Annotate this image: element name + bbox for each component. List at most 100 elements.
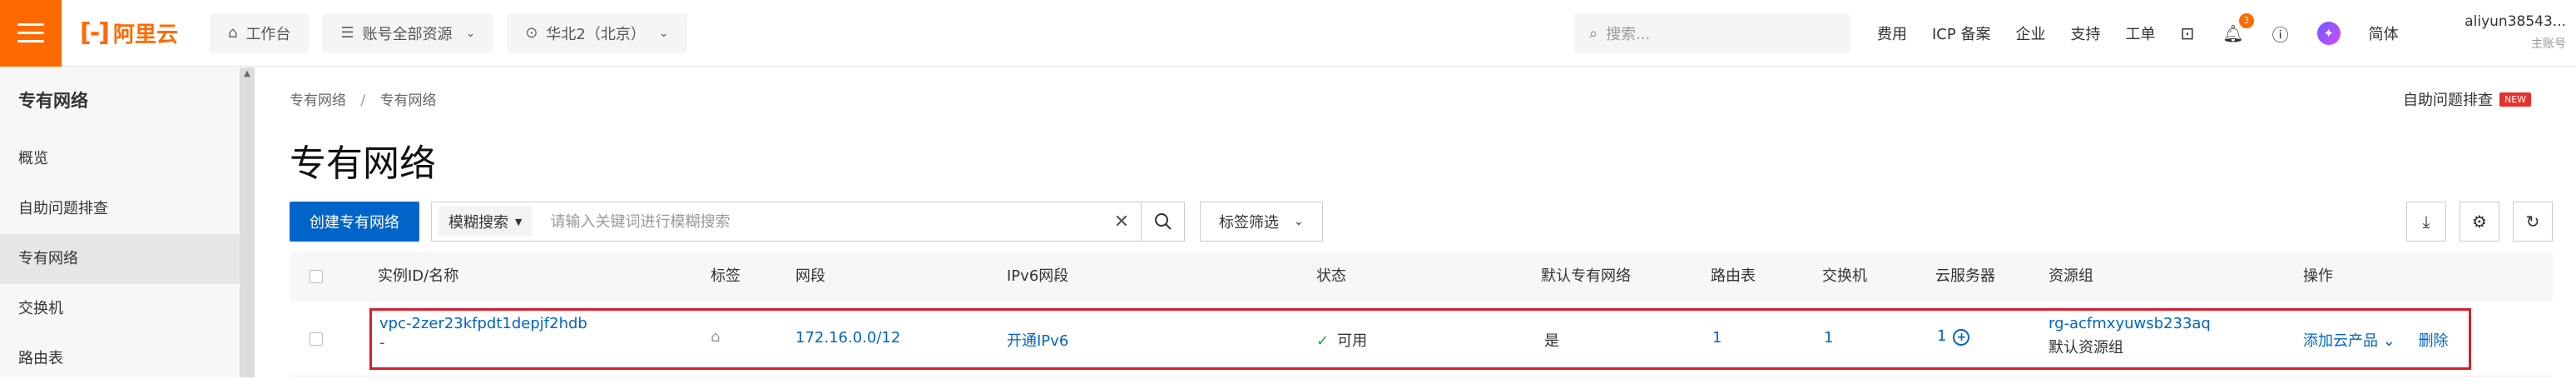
scroll-up-icon[interactable]: ▲ [240, 67, 255, 78]
clear-icon[interactable]: ✕ [1102, 212, 1141, 232]
support-link[interactable]: 支持 [2070, 22, 2100, 44]
location-icon: ⊙ [525, 24, 538, 42]
search-group: 模糊搜索 ▼ ✕ [431, 202, 1185, 242]
col-status: 状态 [1316, 267, 1346, 285]
row-checkbox[interactable] [310, 332, 323, 346]
download-icon[interactable]: ⤓ [2406, 202, 2446, 242]
sidebar-title: 专有网络 [18, 91, 88, 111]
col-ipv6: IPv6网段 [1007, 267, 1069, 285]
vswitch-count-link[interactable]: 1 [1824, 329, 1833, 347]
home-icon: ⌂ [228, 24, 238, 42]
add-cloud-product-dropdown[interactable]: 添加云产品 ⌄ [2303, 332, 2395, 350]
col-vswitch: 交换机 [1822, 267, 1867, 285]
tag-icon[interactable]: ⌂ [711, 328, 720, 346]
chevron-down-icon: ⌄ [658, 26, 669, 40]
route-table-count-link[interactable]: 1 [1712, 329, 1721, 347]
enable-ipv6-link[interactable]: 开通IPv6 [1007, 329, 1068, 351]
breadcrumb-root[interactable]: 专有网络 [290, 92, 346, 109]
account-name: aliyun38543... [2465, 13, 2566, 30]
toolbar: 创建专有网络 模糊搜索 ▼ ✕ 标签筛选 ⌄ [290, 202, 1323, 242]
resource-scope-dropdown[interactable]: ☰ 账号全部资源 ⌄ [322, 12, 494, 53]
create-vpc-button[interactable]: 创建专有网络 [290, 202, 419, 242]
sidebar-item-vpc[interactable]: 专有网络 [0, 234, 240, 284]
col-tags: 标签 [711, 267, 741, 285]
top-navigation-bar: [-] 阿里云 ⌂ 工作台 ☰ 账号全部资源 ⌄ ⊙ 华北2（北京） ⌄ ⌕ 搜… [0, 0, 2576, 67]
sidebar-item-route-table[interactable]: 路由表 [0, 334, 240, 384]
sidebar-item-vswitch[interactable]: 交换机 [0, 284, 240, 334]
help-icon[interactable]: ⓘ [2272, 22, 2289, 46]
aliyun-logo[interactable]: [-] 阿里云 [80, 17, 196, 48]
table-row: vpc-2zer23kfpdt1depjf2hdb - ⌂ 172.16.0.0… [290, 302, 2553, 377]
search-input[interactable] [532, 212, 1102, 231]
self-diagnosis-link[interactable]: 自助问题排查 NEW [2403, 88, 2532, 110]
ticket-link[interactable]: 工单 [2125, 22, 2155, 44]
fee-link[interactable]: 费用 [1877, 22, 1907, 44]
resource-scope-label: 账号全部资源 [362, 25, 453, 43]
col-ecs: 云服务器 [1935, 267, 1995, 285]
logo-text: 阿里云 [112, 22, 178, 47]
ecs-cell: 1 + [1937, 327, 1970, 346]
icp-link[interactable]: ICP 备案 [1932, 22, 1990, 44]
breadcrumb: 专有网络 / 专有网络 [290, 88, 437, 109]
workbench-button[interactable]: ⌂ 工作台 [210, 12, 310, 53]
select-all-checkbox[interactable] [310, 270, 323, 283]
self-diagnosis-label: 自助问题排查 [2403, 92, 2493, 109]
actions-cell: 添加云产品 ⌄ 删除 [2303, 329, 2449, 351]
status-text: 可用 [1337, 332, 1368, 350]
delete-link[interactable]: 删除 [2419, 332, 2449, 350]
resource-group-link[interactable]: rg-acfmxyuwsb233aq [2048, 315, 2211, 332]
page-title: 专有网络 [290, 142, 436, 185]
chevron-down-icon: ⌄ [1294, 215, 1304, 228]
breadcrumb-current: 专有网络 [379, 92, 437, 109]
col-default: 默认专有网络 [1541, 267, 1631, 285]
sidebar: 专有网络 概览 自助问题排查 专有网络 交换机 路由表 [0, 67, 240, 377]
workbench-label: 工作台 [245, 25, 291, 43]
resource-group-name: 默认资源组 [2048, 339, 2123, 357]
refresh-icon[interactable]: ↻ [2513, 202, 2553, 242]
notification-badge: 3 [2238, 13, 2254, 28]
add-cloud-product-label: 添加云产品 [2303, 332, 2378, 350]
sidebar-item-self-diagnosis[interactable]: 自助问题排查 [0, 184, 240, 234]
search-button[interactable] [1141, 202, 1184, 241]
search-icon [1154, 213, 1172, 230]
status-cell: ✓ 可用 [1316, 329, 1367, 351]
global-search-placeholder: 搜索... [1606, 26, 1651, 43]
gear-icon[interactable]: ⚙ [2460, 202, 2499, 242]
bell-icon[interactable]: 🔔︎ 3 [2222, 13, 2254, 43]
col-route-table: 路由表 [1711, 267, 1756, 285]
col-id: 实例ID/名称 [378, 267, 459, 285]
sidebar-item-overview[interactable]: 概览 [0, 134, 240, 184]
tag-filter-label: 标签筛选 [1219, 214, 1279, 232]
cidr-link[interactable]: 172.16.0.0/12 [795, 329, 900, 347]
search-type-select[interactable]: 模糊搜索 ▼ [438, 207, 533, 237]
global-search-input[interactable]: ⌕ 搜索... [1574, 13, 1850, 53]
breadcrumb-separator: / [360, 92, 366, 109]
top-links: 费用 ICP 备案 企业 支持 工单 ⊡ 🔔︎ 3 ⓘ ✦ 简体 [1877, 0, 2424, 67]
terminal-icon[interactable]: ⊡ [2180, 23, 2194, 43]
col-resource-group: 资源组 [2048, 267, 2093, 285]
menu-icon[interactable] [0, 0, 62, 67]
account-menu[interactable]: aliyun38543... 主账号 [2416, 13, 2566, 52]
vpc-table: 实例ID/名称 标签 网段 IPv6网段 状态 默认专有网络 路由表 交换机 云… [290, 252, 2553, 377]
new-badge: NEW [2499, 92, 2532, 107]
add-circle-icon[interactable]: + [1953, 329, 1970, 346]
chevron-down-icon: ⌄ [2382, 332, 2395, 350]
ai-assistant-icon[interactable]: ✦ [2316, 22, 2341, 45]
enterprise-link[interactable]: 企业 [2015, 22, 2045, 44]
logo-mark: [-] [80, 18, 110, 47]
vpc-id-link[interactable]: vpc-2zer23kfpdt1depjf2hdb [379, 315, 587, 332]
col-actions: 操作 [2303, 267, 2333, 285]
default-vpc-value: 是 [1544, 332, 1559, 350]
account-type: 主账号 [2531, 37, 2566, 51]
ecs-count-link[interactable]: 1 [1937, 327, 1946, 345]
sidebar-scrollbar[interactable]: ▲ [240, 67, 255, 377]
region-dropdown[interactable]: ⊙ 华北2（北京） ⌄ [507, 12, 687, 53]
search-icon: ⌕ [1589, 24, 1598, 42]
search-type-label: 模糊搜索 [448, 214, 508, 232]
language-switch[interactable]: 简体 [2369, 22, 2399, 44]
vpc-name[interactable]: - [379, 334, 587, 352]
chevron-down-icon: ⌄ [465, 26, 476, 40]
list-icon: ☰ [340, 24, 354, 42]
tag-filter-dropdown[interactable]: 标签筛选 ⌄ [1200, 202, 1323, 242]
col-cidr: 网段 [795, 267, 825, 285]
